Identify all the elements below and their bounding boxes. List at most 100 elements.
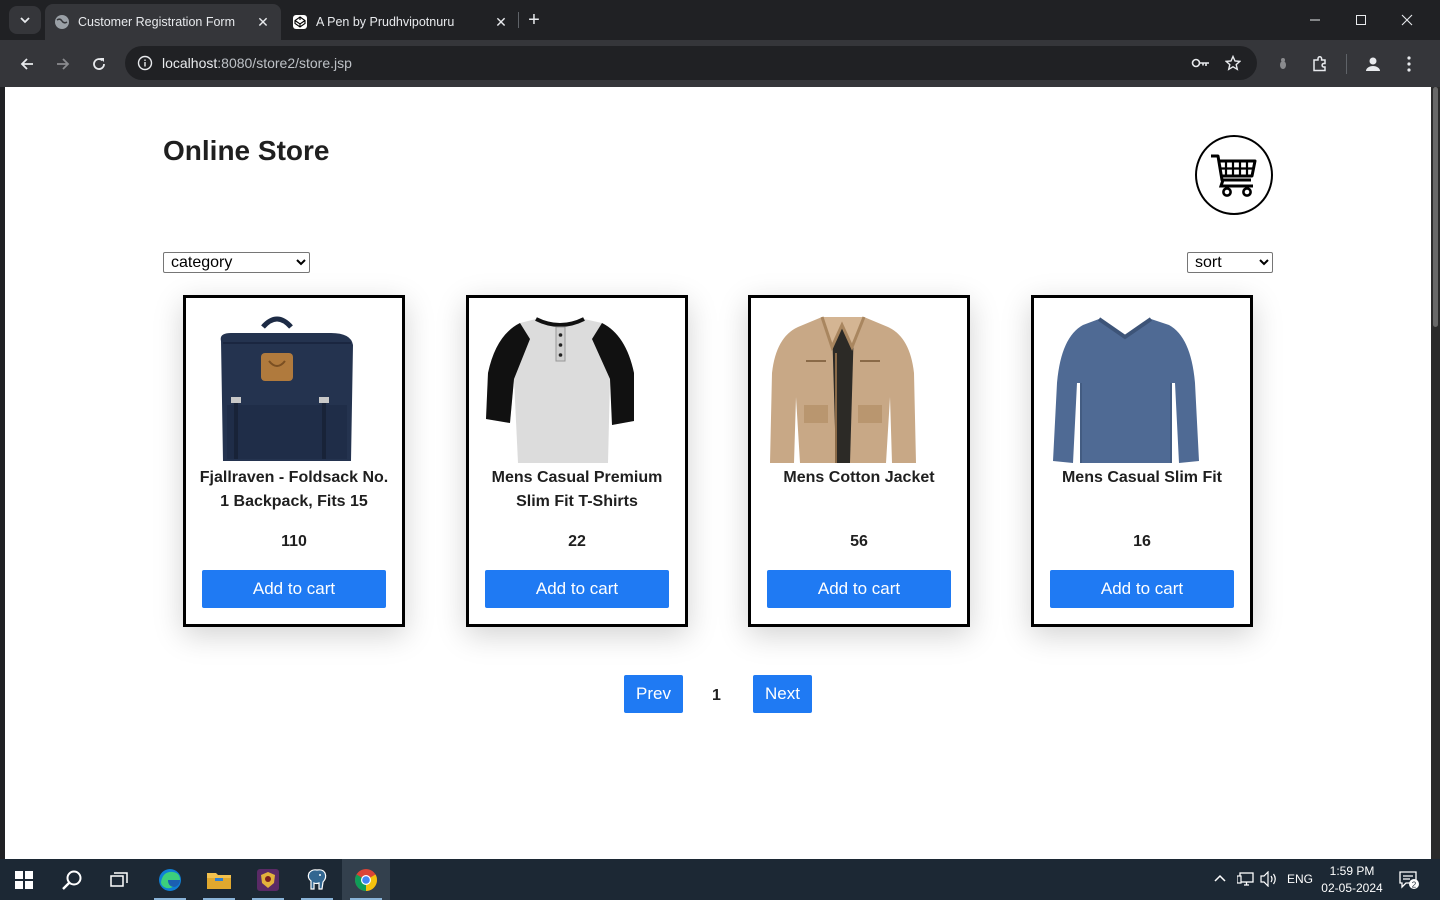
page-scrollbar[interactable] [1431,87,1440,859]
product-price: 16 [1133,533,1151,550]
browser-tab-strip: Customer Registration Form ✕ A Pen by Pr… [0,0,1440,40]
taskbar-chrome[interactable] [342,859,390,900]
url-text[interactable]: localhost:8080/store2/store.jsp [162,55,352,71]
prev-page-button[interactable]: Prev [624,675,683,713]
jacket-image [770,316,916,463]
minimize-button[interactable] [1292,0,1338,40]
tab-customer-registration[interactable]: Customer Registration Form ✕ [45,4,281,40]
product-card: Mens Cotton Jacket 56 Add to cart [748,295,970,627]
chrome-icon [355,868,377,891]
site-info-icon[interactable] [133,51,157,75]
extensions-menu-button[interactable] [1304,48,1336,80]
key-icon[interactable] [1189,51,1213,75]
product-name: Mens Casual Premium Slim Fit T-Shirts [491,469,663,510]
tab-title: Customer Registration Form [78,15,235,29]
speaker-icon [1260,870,1276,888]
notification-center-button[interactable]: 2 [1395,867,1423,893]
scrollbar-thumb[interactable] [1433,87,1438,327]
raglan-tshirt-image [486,317,634,463]
arrow-left-icon [20,58,33,70]
chevron-down-icon [20,17,30,24]
forward-button[interactable] [47,48,79,80]
product-card: Fjallraven - Foldsack No. 1 Backpack, Fi… [183,295,405,627]
chevron-up-icon [1214,874,1226,882]
folder-icon [207,872,231,889]
product-name: Mens Casual Slim Fit [1061,469,1223,486]
windows-taskbar: ENG 1:59 PM 02-05-2024 2 [0,859,1440,900]
extension-puzzle-small-icon [1280,58,1286,69]
task-view-icon [110,871,128,887]
profile-avatar[interactable] [1359,50,1387,78]
language-indicator[interactable]: ENG [1287,872,1313,886]
volume-button[interactable] [1260,870,1278,890]
close-window-button[interactable] [1384,0,1430,40]
puzzle-icon [1313,55,1326,72]
close-tab-icon[interactable]: ✕ [491,12,511,32]
current-page-number: 1 [712,687,721,704]
bookmark-star-icon[interactable] [1221,51,1245,75]
maximize-icon [1356,15,1366,25]
clock-time: 1:59 PM [1329,864,1375,878]
tab-title: A Pen by Prudhvipotnuru [316,15,455,29]
add-to-cart-button[interactable]: Add to cart [485,570,669,608]
reload-button[interactable] [83,48,115,80]
notification-icon: 2 [1399,871,1419,890]
browser-toolbar: localhost:8080/store2/store.jsp [0,40,1440,87]
person-icon [1366,57,1380,71]
address-bar[interactable]: localhost:8080/store2/store.jsp [125,46,1257,80]
add-to-cart-button[interactable]: Add to cart [767,570,951,608]
sort-select[interactable]: sort [1187,252,1273,273]
reload-icon [93,58,105,70]
windows-logo-icon [15,870,33,889]
back-button[interactable] [11,48,43,80]
taskbar-edge[interactable] [146,859,194,900]
search-icon [62,870,82,890]
show-hidden-icons-button[interactable] [1213,871,1227,888]
category-select[interactable]: category [163,252,310,273]
network-icon [1236,872,1254,886]
product-price: 110 [281,533,307,550]
taskbar-app-game[interactable] [244,859,292,900]
tab-separator [518,12,519,28]
clock-date: 02-05-2024 [1321,881,1383,895]
close-icon [1401,14,1413,26]
search-button[interactable] [48,859,96,900]
product-card: Mens Casual Slim Fit 16 Add to cart [1031,295,1253,627]
product-price: 22 [568,533,586,550]
minimize-icon [1310,19,1320,21]
product-price: 56 [850,533,868,550]
new-tab-button[interactable]: + [522,8,546,32]
extension-button[interactable] [1267,48,1299,80]
long-sleeve-shirt-image [1053,317,1199,463]
product-name: Fjallraven - Foldsack No. 1 Backpack, Fi… [199,469,389,510]
product-card: Mens Casual Premium Slim Fit T-Shirts 22… [466,295,688,627]
globe-icon [54,14,70,30]
shopping-cart-icon [1211,154,1257,197]
start-button[interactable] [0,859,48,900]
codepen-icon [292,14,308,30]
close-tab-icon[interactable]: ✕ [253,12,273,32]
edge-icon [159,868,181,891]
arrow-right-icon [57,58,70,70]
page-title: Online Store [163,135,330,166]
task-view-button[interactable] [96,859,144,900]
browser-menu-button[interactable] [1393,48,1425,80]
add-to-cart-button[interactable]: Add to cart [202,570,386,608]
maximize-button[interactable] [1338,0,1384,40]
taskbar-postgresql[interactable] [293,859,341,900]
next-page-button[interactable]: Next [753,675,812,713]
elephant-icon [307,868,327,890]
toolbar-divider [1346,54,1347,74]
tab-codepen[interactable]: A Pen by Prudhvipotnuru ✕ [283,4,519,40]
url-path: :8080/store2/store.jsp [217,55,352,71]
product-name: Mens Cotton Jacket [783,469,935,486]
network-button[interactable] [1236,871,1255,890]
backpack-image [220,316,353,461]
page-viewport: Online Store category sort Fjallraven - … [5,87,1431,859]
system-clock[interactable]: 1:59 PM 02-05-2024 [1318,863,1386,897]
notification-count: 2 [1412,881,1417,890]
cart-button[interactable] [1195,135,1273,215]
add-to-cart-button[interactable]: Add to cart [1050,570,1234,608]
taskbar-file-explorer[interactable] [195,859,243,900]
tab-search-button[interactable] [9,6,41,34]
